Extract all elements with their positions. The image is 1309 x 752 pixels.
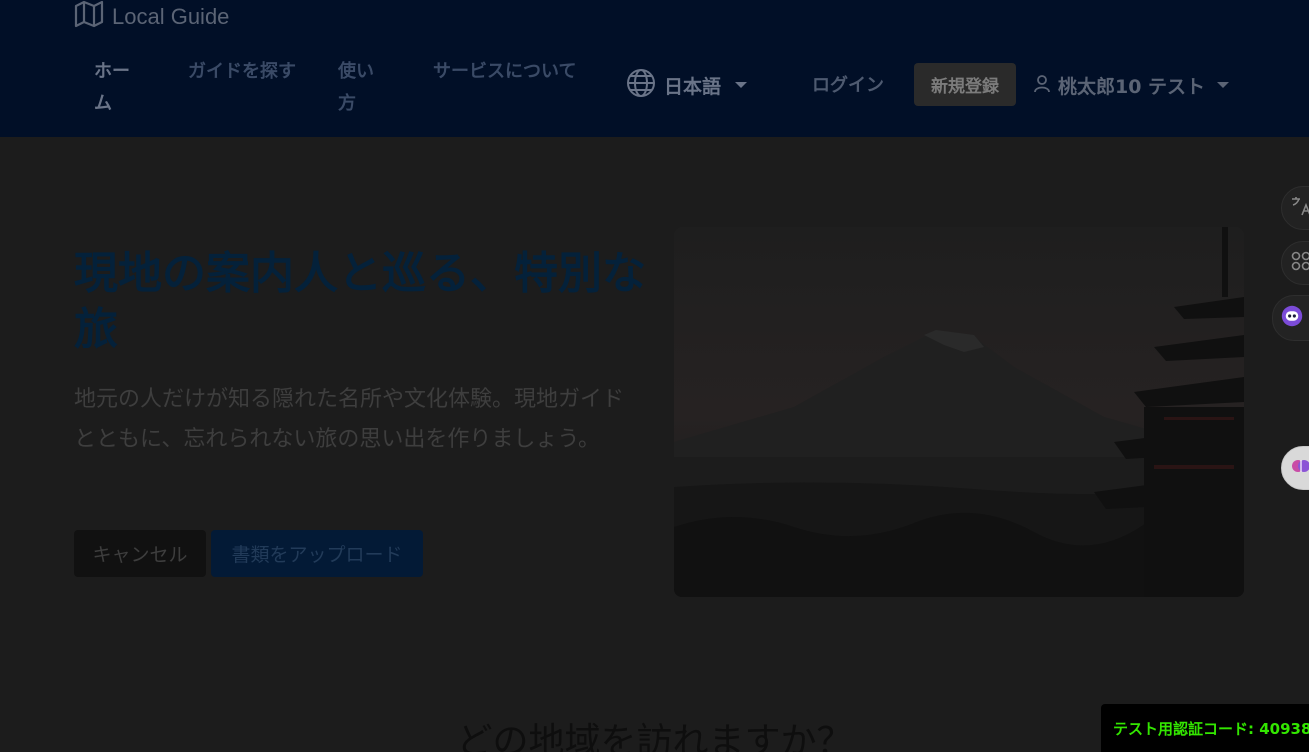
user-name: 桃太郎10 テスト xyxy=(1058,75,1206,98)
ai-tool-button[interactable] xyxy=(1281,446,1309,490)
hero-image xyxy=(674,227,1244,597)
nav-find-guide[interactable]: ガイドを探す xyxy=(188,56,296,88)
brand-logo[interactable]: Local Guide xyxy=(74,0,230,34)
upload-documents-button[interactable]: 書類をアップロード xyxy=(211,530,423,577)
login-link[interactable]: ログイン xyxy=(812,71,884,97)
map-icon xyxy=(74,0,104,34)
nav-how-to-use[interactable]: 使い方 xyxy=(338,56,386,120)
user-icon xyxy=(1032,73,1052,98)
language-label: 日本語 xyxy=(664,75,722,98)
apps-icon xyxy=(1290,250,1309,276)
hero-title: 現地の案内人と巡る、特別な旅 xyxy=(74,248,646,355)
site-header: Local Guide ホーム ガイドを探す 使い方 サービスについて 日本語 … xyxy=(0,0,1309,137)
test-auth-code-banner: テスト用認証コード: 409389 xyxy=(1101,704,1309,752)
chevron-down-icon xyxy=(1217,82,1230,88)
assistant-button[interactable] xyxy=(1272,295,1309,341)
brand-name: Local Guide xyxy=(112,4,230,29)
chevron-down-icon xyxy=(735,82,748,88)
nav-home[interactable]: ホーム xyxy=(94,56,142,120)
brain-icon xyxy=(1290,455,1309,481)
language-selector[interactable]: 日本語 xyxy=(626,68,748,103)
robot-icon xyxy=(1281,305,1303,331)
hero-description: 地元の人だけが知る隠れた名所や文化体験。現地ガイドとともに、忘れられない旅の思い… xyxy=(74,387,625,452)
translate-button[interactable] xyxy=(1281,186,1309,230)
apps-button[interactable] xyxy=(1281,241,1309,285)
user-menu[interactable]: 桃太郎10 テスト xyxy=(1032,71,1230,99)
nav-about[interactable]: サービスについて xyxy=(433,56,581,88)
globe-icon xyxy=(626,68,656,103)
signup-button[interactable]: 新規登録 xyxy=(914,63,1016,106)
translate-icon xyxy=(1290,195,1309,221)
cancel-button[interactable]: キャンセル xyxy=(74,530,206,577)
